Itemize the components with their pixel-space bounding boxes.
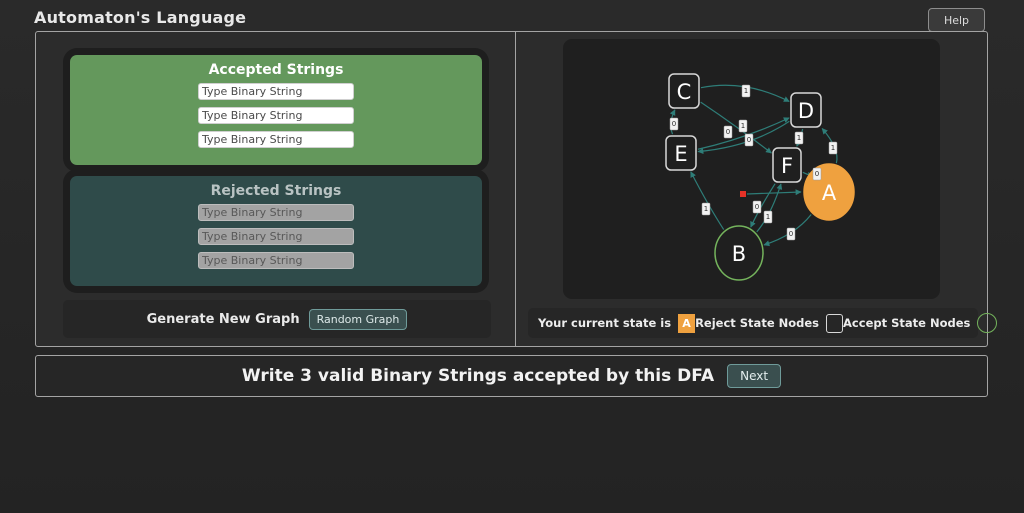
dfa-edge-label-A-B: 0 [786,227,796,241]
dfa-node-E[interactable]: E [665,135,697,171]
panel-divider [515,31,516,347]
rejected-strings-heading: Rejected Strings [210,183,342,199]
svg-text:1: 1 [831,144,835,152]
dfa-node-F[interactable]: F [772,147,802,183]
rejected-string-input-2 [198,228,354,245]
dfa-node-C[interactable]: C [668,73,700,109]
random-graph-button[interactable]: Random Graph [308,308,408,330]
dfa-edge-label-F-B: 0 [752,200,762,214]
svg-text:0: 0 [747,136,751,144]
svg-text:1: 1 [766,213,770,221]
svg-text:1: 1 [704,205,708,213]
accepted-string-input-1[interactable] [198,83,354,100]
current-state-swatch: A [678,313,696,333]
dfa-edge-label-D-E: 0 [744,133,754,147]
dfa-edge-label-C-F: 0 [723,125,733,139]
accepted-strings-field-list [70,83,482,148]
dfa-edge-label-E-C: 0 [669,117,679,131]
legend-current-state-label: Your current state is [538,316,672,330]
accepted-strings-heading: Accepted Strings [208,62,344,78]
dfa-node-label-B: B [732,242,746,266]
svg-text:0: 0 [726,128,730,136]
dfa-graph-canvas[interactable]: ABCDEF 101001101010 [563,39,940,299]
dfa-edge-label-B-F: 1 [763,210,773,224]
accept-node-swatch-icon [977,313,998,333]
dfa-edge-B-E [690,171,725,230]
rejected-strings-field-list [70,204,482,269]
dfa-node-B[interactable]: B [714,225,764,281]
legend-reject-label: Reject State Nodes [695,316,820,330]
accepted-string-input-3[interactable] [198,131,354,148]
instruction-text: Write 3 valid Binary Strings accepted by… [241,366,715,386]
dfa-edge-label-C-D: 1 [741,84,751,98]
dfa-node-label-A: A [822,181,837,205]
generate-graph-label: Generate New Graph [146,311,300,327]
rejected-strings-panel: Rejected Strings [70,176,482,286]
svg-text:0: 0 [672,120,676,128]
svg-text:1: 1 [741,122,745,130]
legend-accept-state: Accept State Nodes [843,313,998,333]
help-button[interactable]: Help [928,8,985,32]
accepted-strings-panel: Accepted Strings [70,55,482,165]
start-arrow [746,189,802,196]
dfa-graph-svg: ABCDE F 10 100 1101 010 [665,73,855,281]
rejected-string-input-1 [198,204,354,221]
page-title: Automaton's Language [34,8,247,27]
dfa-edge-label-F-A: 0 [812,167,822,181]
app-root: Automaton's Language Help Accepted Strin… [0,0,1024,513]
next-button[interactable]: Next [727,364,782,388]
dfa-edge-label-E-D: 1 [738,119,748,133]
node-layer: A B C D E F [665,73,855,281]
svg-text:0: 0 [789,230,793,238]
dfa-node-label-E: E [674,142,687,166]
svg-text:1: 1 [744,87,748,95]
legend-reject-state: Reject State Nodes [695,313,844,333]
dfa-edge-label-B-E: 1 [701,202,711,216]
dfa-node-D[interactable]: D [790,92,822,128]
graph-legend-bar: Your current state is A Reject State Nod… [528,308,998,338]
svg-text:0: 0 [755,203,759,211]
svg-text:1: 1 [797,134,801,142]
dfa-edge-label-A-D: 1 [828,141,838,155]
dfa-node-label-C: C [677,80,692,104]
start-state-marker-icon [740,191,746,197]
dfa-node-A[interactable]: A [803,163,855,221]
rejected-string-input-3 [198,252,354,269]
dfa-edge-label-D-F: 1 [794,131,804,145]
accepted-string-input-2[interactable] [198,107,354,124]
dfa-node-label-F: F [781,154,793,178]
legend-accept-label: Accept State Nodes [843,316,971,330]
svg-text:0: 0 [815,170,819,178]
dfa-node-label-D: D [798,99,814,123]
generate-graph-bar: Generate New Graph Random Graph [63,300,491,338]
reject-node-swatch-icon [826,313,844,333]
instruction-bar: Write 3 valid Binary Strings accepted by… [35,355,988,397]
legend-current-state: Your current state is A [538,313,696,333]
